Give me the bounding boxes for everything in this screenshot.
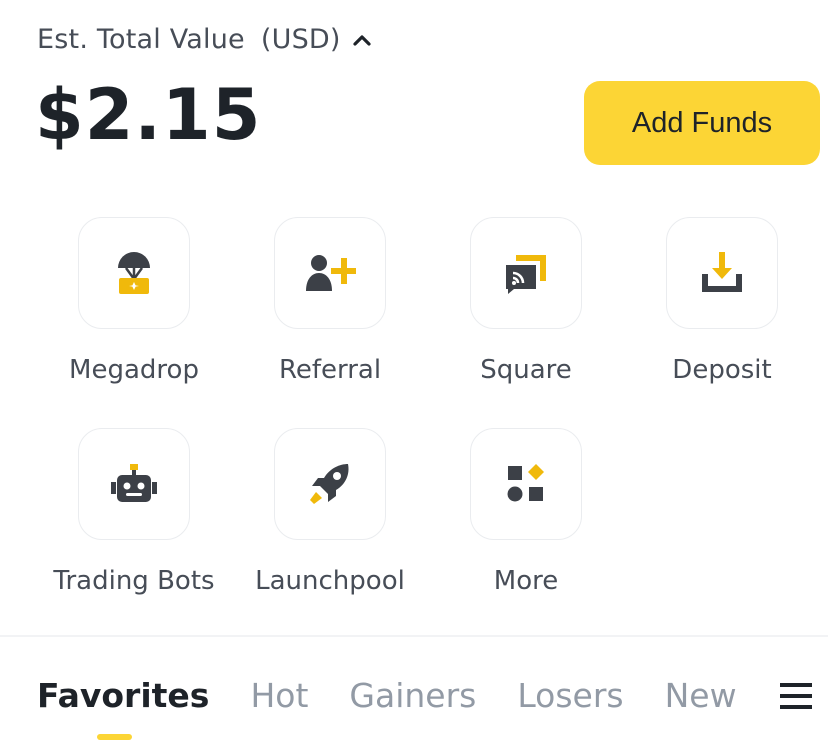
shortcut-square[interactable]: Square [428, 217, 624, 385]
shortcut-trading-bots[interactable]: Trading Bots [36, 428, 232, 596]
shortcut-deposit[interactable]: Deposit [624, 217, 820, 385]
shortcut-icon-box [274, 428, 386, 540]
shortcut-icon-box [78, 428, 190, 540]
shortcut-label: Trading Bots [53, 566, 215, 596]
shortcut-icon-box [78, 217, 190, 329]
referral-icon [306, 255, 356, 291]
shortcut-label: Launchpool [255, 566, 405, 596]
market-tabs: Favorites Hot Gainers Losers New [37, 676, 778, 740]
trading-bots-icon [111, 464, 157, 502]
shortcut-label: Deposit [672, 355, 772, 385]
shortcut-label: Square [480, 355, 572, 385]
hamburger-menu-icon[interactable] [780, 681, 812, 711]
tab-hot[interactable]: Hot [250, 676, 308, 715]
deposit-icon [702, 252, 742, 292]
shortcut-label: More [493, 566, 559, 596]
tab-losers[interactable]: Losers [517, 676, 623, 715]
more-icon [507, 464, 544, 502]
add-funds-button[interactable]: Add Funds [584, 81, 820, 165]
section-divider [0, 635, 828, 637]
tab-new[interactable]: New [665, 676, 737, 715]
tab-favorites[interactable]: Favorites [37, 676, 210, 740]
shortcut-icon-box [274, 217, 386, 329]
shortcut-icon-box [470, 217, 582, 329]
shortcut-label: Referral [278, 355, 382, 385]
shortcut-icon-box [470, 428, 582, 540]
launchpool-icon [310, 464, 349, 504]
shortcut-referral[interactable]: Referral [232, 217, 428, 385]
shortcut-label: Megadrop [69, 355, 199, 385]
active-tab-indicator [97, 734, 132, 740]
shortcut-megadrop[interactable]: Megadrop [36, 217, 232, 385]
megadrop-icon [118, 252, 150, 294]
est-total-value-toggle[interactable]: Est. Total Value (USD) [37, 24, 371, 55]
shortcut-launchpool[interactable]: Launchpool [232, 428, 428, 596]
shortcut-icon-box [666, 217, 778, 329]
chevron-up-icon [353, 34, 371, 46]
square-icon [506, 255, 546, 294]
shortcut-more[interactable]: More [428, 428, 624, 596]
est-total-value-label: Est. Total Value [37, 24, 245, 55]
tab-gainers[interactable]: Gainers [349, 676, 476, 715]
tab-label: Favorites [37, 676, 210, 715]
currency-label: (USD) [260, 24, 341, 55]
total-balance: $2.15 [35, 74, 262, 156]
